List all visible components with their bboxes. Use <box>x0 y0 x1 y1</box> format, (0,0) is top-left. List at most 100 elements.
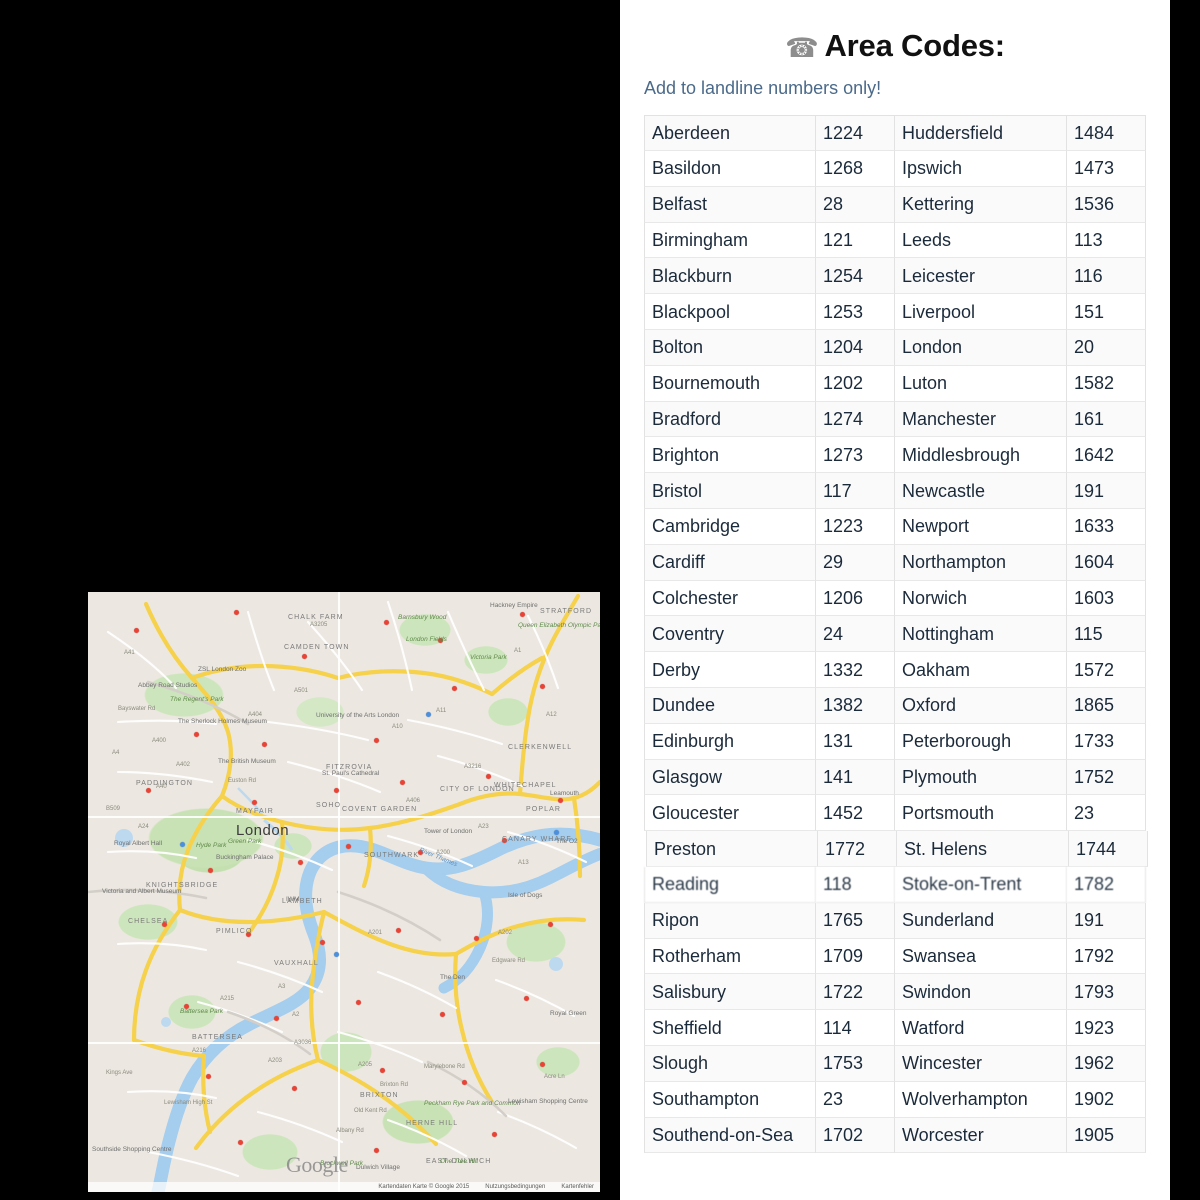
table-cell-city: Bournemouth <box>644 365 816 402</box>
map-poi-marker[interactable] <box>400 780 405 785</box>
map-attribution-bar: Kartendaten Karte © Google 2015 Nutzungs… <box>88 1182 600 1192</box>
map-label-poi: Royal Green <box>550 1010 587 1017</box>
map-label-road: A205 <box>358 1062 373 1068</box>
table-cell-code: 151 <box>1067 294 1146 330</box>
map-poi-marker[interactable] <box>426 712 431 717</box>
map-label-park: Hyde Park <box>196 842 227 849</box>
map-tiles[interactable]: London CHALK FARM CAMDEN TOWN CLERKENWEL… <box>88 592 600 1192</box>
table-cell-code: 24 <box>816 616 895 653</box>
map-poi-marker[interactable] <box>540 684 545 689</box>
table-cell-code: 1793 <box>1067 974 1146 1011</box>
map-poi-marker[interactable] <box>396 928 401 933</box>
table-row: Bournemouth 1202 Luton 1582 <box>644 365 1146 402</box>
map-poi-marker[interactable] <box>292 1086 297 1091</box>
map-poi-marker[interactable] <box>334 788 339 793</box>
map-poi-marker[interactable] <box>524 996 529 1001</box>
table-cell-city: Preston <box>646 831 818 867</box>
map-poi-marker[interactable] <box>486 774 491 779</box>
table-cell-code: 131 <box>816 723 895 760</box>
table-cell-code: 1223 <box>816 508 895 545</box>
map-poi-marker[interactable] <box>380 1068 385 1073</box>
table-cell-city: Leicester <box>895 258 1067 295</box>
table-cell-city: Aberdeen <box>644 115 816 151</box>
table-cell-city: Watford <box>895 1010 1067 1046</box>
map-poi-marker[interactable] <box>554 830 559 835</box>
map-label-road: A23 <box>478 824 489 830</box>
table-cell-city: Stoke-on-Trent <box>895 866 1067 903</box>
table-row: Rotherham 1709 Swansea 1792 <box>644 938 1146 975</box>
map-poi-marker[interactable] <box>558 798 563 803</box>
map-poi-marker[interactable] <box>134 628 139 633</box>
map-label-area: POPLAR <box>526 806 561 813</box>
table-cell-code: 1865 <box>1067 687 1146 724</box>
map-label-park: Queen Elizabeth Olympic Park <box>518 622 600 629</box>
map-attribution-report[interactable]: Kartenfehler <box>561 1184 594 1190</box>
map-poi-marker[interactable] <box>302 654 307 659</box>
table-row: Reading 118 Stoke-on-Trent 1782 <box>644 866 1146 903</box>
map-poi-marker[interactable] <box>274 1016 279 1021</box>
screenshot-root: London CHALK FARM CAMDEN TOWN CLERKENWEL… <box>0 0 1200 1200</box>
map-poi-marker[interactable] <box>238 1140 243 1145</box>
table-cell-code: 121 <box>816 222 895 259</box>
table-cell-city: Ripon <box>644 902 816 939</box>
table-cell-code: 1633 <box>1067 508 1146 545</box>
map-poi-marker[interactable] <box>208 868 213 873</box>
map-label-area: PIMLICO <box>216 928 253 935</box>
area-codes-table: Aberdeen 1224 Huddersfield 1484 Basildon 1268… <box>644 115 1148 1154</box>
table-cell-city: Blackburn <box>644 258 816 295</box>
table-cell-code: 1382 <box>816 687 895 724</box>
table-cell-code: 1224 <box>816 115 895 151</box>
table-row: Southend-on-Sea 1702 Worcester 1905 <box>644 1117 1146 1154</box>
table-cell-city: London <box>895 329 1067 366</box>
map-poi-marker[interactable] <box>474 936 479 941</box>
table-row: Preston 1772 St. Helens 1744 <box>644 831 1148 867</box>
map-poi-marker[interactable] <box>262 742 267 747</box>
map-label-road: Old Kent Rd <box>354 1108 387 1114</box>
map-poi-marker[interactable] <box>194 732 199 737</box>
map-label-poi: Southside Shopping Centre <box>92 1146 172 1153</box>
table-cell-city: Oakham <box>895 652 1067 688</box>
map-poi-marker[interactable] <box>298 860 303 865</box>
table-cell-city: Coventry <box>644 616 816 653</box>
map-label-park: Green Park <box>228 838 262 845</box>
table-cell-city: Portsmouth <box>895 795 1067 832</box>
table-cell-code: 141 <box>816 759 895 796</box>
table-cell-code: 1709 <box>816 938 895 975</box>
map-label-area: STRATFORD <box>540 608 593 615</box>
map-label-area: WHITECHAPEL <box>494 782 557 789</box>
map-poi-marker[interactable] <box>440 1012 445 1017</box>
map-poi-marker[interactable] <box>356 1000 361 1005</box>
table-cell-code: 1253 <box>816 294 895 330</box>
map-poi-marker[interactable] <box>520 612 525 617</box>
table-cell-code: 1206 <box>816 580 895 617</box>
map-poi-marker[interactable] <box>346 844 351 849</box>
table-cell-city: Glasgow <box>644 759 816 796</box>
table-cell-city: Oxford <box>895 687 1067 724</box>
map-poi-marker[interactable] <box>492 1132 497 1137</box>
map-poi-marker[interactable] <box>374 1148 379 1153</box>
table-cell-code: 1923 <box>1067 1010 1146 1046</box>
map-label-road: A202 <box>498 930 513 936</box>
map-poi-marker[interactable] <box>252 800 257 805</box>
map-label-road: A3205 <box>310 622 328 628</box>
map-poi-marker[interactable] <box>462 1080 467 1085</box>
map-poi-marker[interactable] <box>180 842 185 847</box>
map-poi-marker[interactable] <box>548 922 553 927</box>
map-label-road: A1 <box>514 648 522 654</box>
map-poi-marker[interactable] <box>384 620 389 625</box>
table-cell-city: Salisbury <box>644 974 816 1011</box>
map-poi-marker[interactable] <box>540 1062 545 1067</box>
map-poi-marker[interactable] <box>206 1074 211 1079</box>
map-poi-marker[interactable] <box>374 738 379 743</box>
map-attribution-terms[interactable]: Nutzungsbedingungen <box>485 1184 545 1190</box>
map-poi-marker[interactable] <box>234 610 239 615</box>
map-poi-marker[interactable] <box>452 686 457 691</box>
map-label-area: COVENT GARDEN <box>342 806 418 813</box>
map-label-poi: Buckingham Palace <box>216 854 274 861</box>
map-viewport[interactable]: London CHALK FARM CAMDEN TOWN CLERKENWEL… <box>88 592 600 1192</box>
map-poi-marker[interactable] <box>146 788 151 793</box>
table-cell-city: Middlesbrough <box>895 437 1067 474</box>
map-poi-marker[interactable] <box>334 952 339 957</box>
table-cell-city: Newport <box>895 508 1067 545</box>
map-poi-marker[interactable] <box>320 940 325 945</box>
